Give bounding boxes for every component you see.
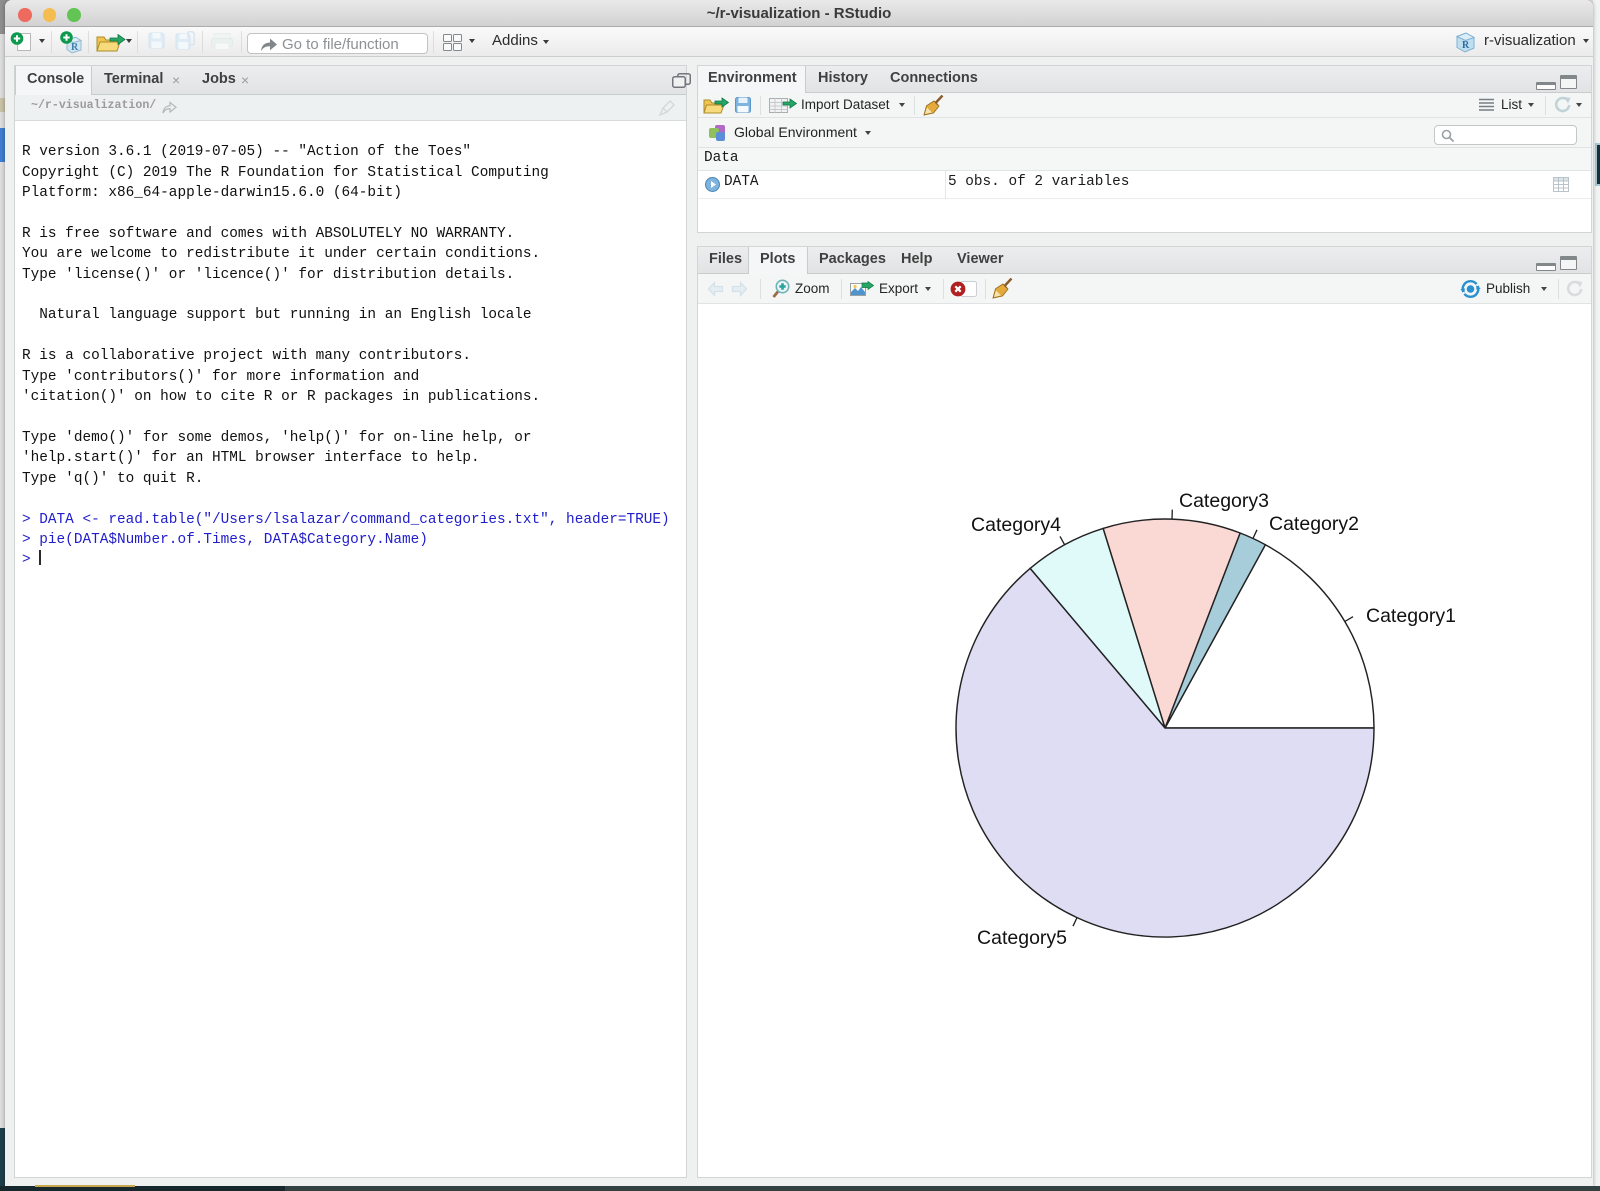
svg-text:Category4: Category4 bbox=[971, 514, 1061, 536]
svg-text:R: R bbox=[71, 42, 79, 53]
svg-text:Category2: Category2 bbox=[1269, 513, 1359, 535]
svg-text:Category3: Category3 bbox=[1179, 490, 1269, 512]
svg-text:Category1: Category1 bbox=[1366, 605, 1456, 627]
svg-text:R: R bbox=[1462, 40, 1470, 51]
svg-text:Category5: Category5 bbox=[977, 927, 1067, 949]
